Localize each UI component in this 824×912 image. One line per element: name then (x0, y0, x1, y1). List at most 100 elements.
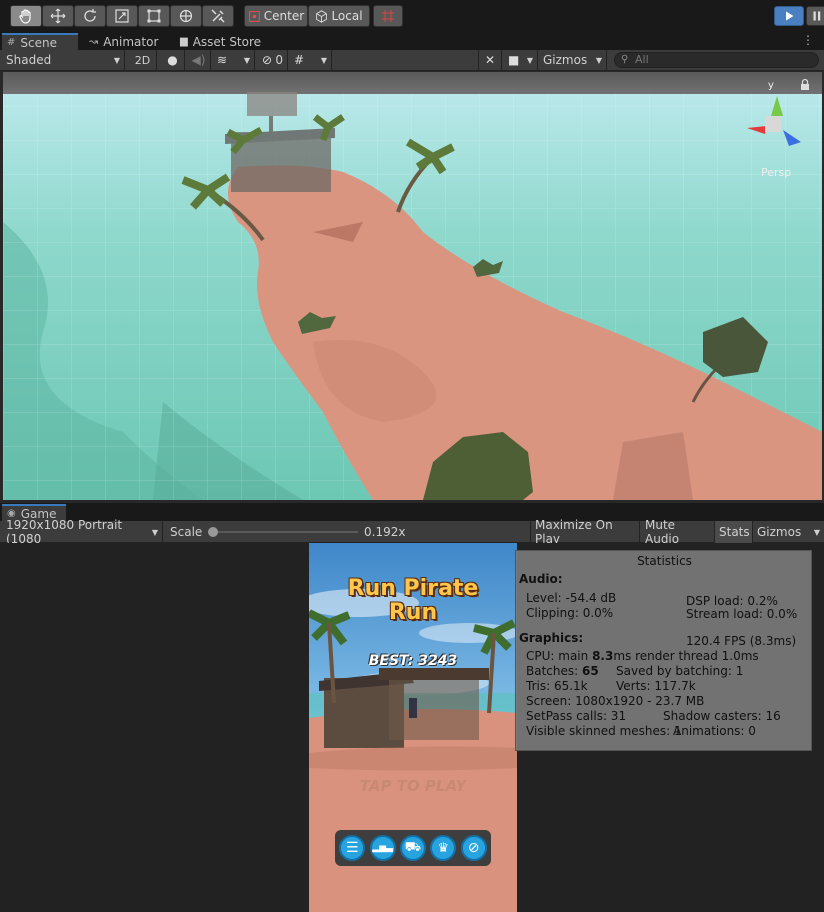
graphics-heading: Graphics: (519, 631, 584, 645)
game-gizmos-dropdown[interactable]: Gizmos ▼ (753, 521, 824, 543)
hidden-objects-toggle[interactable]: ⊘ 0 (258, 50, 288, 70)
game-title-line1: Run Pirate (347, 576, 479, 601)
animator-icon: ↝ (89, 35, 99, 48)
cart-icon: ⛟ (404, 839, 422, 855)
pause-button[interactable] (806, 6, 824, 26)
hand-icon (19, 9, 31, 24)
pivot-local-toggle[interactable]: Local (308, 5, 370, 27)
hidden-count: 0 (275, 53, 283, 67)
grid-dropdown[interactable]: # ▼ (290, 50, 332, 70)
tools-icon (211, 9, 225, 23)
rect-tool-button[interactable] (138, 5, 170, 27)
stats-title: Statistics (637, 554, 692, 568)
snap-toggle[interactable] (373, 5, 403, 27)
move-icon (50, 8, 66, 24)
local-label: Local (331, 9, 363, 23)
game-title-line2: Run (388, 600, 438, 625)
pivot-icon (248, 10, 260, 22)
dsp-load: DSP load: 0.2% (686, 594, 778, 608)
custom-tool-button[interactable] (202, 5, 234, 27)
gizmo-y-label: y (768, 80, 774, 91)
cpu-suffix: ms render thread 1.0ms (613, 649, 759, 663)
shading-mode-dropdown[interactable]: Shaded ▼ (0, 50, 125, 70)
hand-tool-button[interactable] (10, 5, 42, 27)
center-label: Center (263, 9, 305, 23)
game-view[interactable]: Run Pirate Run BEST: 3243 TAP TO PLAY ☰ … (309, 543, 517, 912)
shop-button[interactable]: ⛟ (399, 835, 426, 861)
scale-tool-button[interactable] (106, 5, 138, 27)
audio-level: Level: -54.4 dB (526, 591, 617, 605)
search-icon: ⚲ (621, 54, 629, 65)
chevron-down-icon: ▼ (813, 527, 820, 537)
tap-to-play-label[interactable]: TAP TO PLAY (309, 777, 517, 795)
tab-scene[interactable]: # Scene (2, 33, 78, 50)
saved-by-batching: Saved by batching: 1 (616, 664, 744, 678)
no-ads-button[interactable]: ⊘ (460, 835, 487, 861)
camera-dropdown[interactable]: ■ ▼ (504, 50, 538, 70)
play-button[interactable] (774, 6, 804, 26)
scale-value: 0.192x (364, 525, 406, 539)
scene-tab-bar: # Scene ↝ Animator ▆ Asset Store ⋮ (0, 33, 824, 50)
speaker-icon: ◀) (191, 53, 206, 67)
batches-value: 65 (582, 664, 599, 678)
chevron-down-icon: ▼ (113, 55, 120, 65)
scale-icon (115, 9, 129, 23)
effects-dropdown[interactable]: ≋ ▼ (213, 50, 255, 70)
mode-2d-toggle[interactable]: 2D (129, 50, 157, 70)
scene-viewport: y Persp (3, 72, 822, 500)
batches-prefix: Batches: (526, 664, 582, 678)
leaderboard-button[interactable]: ▂▅▃ (369, 835, 396, 861)
resolution-dropdown[interactable]: 1920x1080 Portrait (1080 ▼ (0, 518, 163, 546)
mode-2d-label: 2D (134, 53, 151, 67)
cube-icon (316, 9, 328, 23)
lighting-toggle[interactable]: ● (161, 50, 185, 70)
grid-icon: # (7, 37, 16, 48)
store-icon: ▆ (180, 36, 188, 47)
transform-tool-button[interactable] (170, 5, 202, 27)
fps-value: 120.4 FPS (8.3ms) (686, 634, 797, 648)
gizmos-label: Gizmos (543, 53, 588, 67)
gizmos-dropdown[interactable]: Gizmos ▼ (539, 50, 607, 70)
pause-icon (813, 11, 821, 21)
scale-slider[interactable] (208, 527, 358, 537)
mute-audio-button[interactable]: Mute Audio (641, 518, 715, 546)
cpu-stat: CPU: main 8.3ms render thread 1.0ms (526, 649, 759, 663)
animations-stat: Animations: 0 (673, 724, 756, 738)
setpass-stat: SetPass calls: 31 (526, 709, 627, 723)
tab-animator-label: Animator (103, 34, 159, 49)
menu-icon: ☰ (346, 840, 359, 856)
camera-icon: ■ (508, 53, 520, 67)
game-menu-bar: ☰ ▂▅▃ ⛟ ♛ ⊘ (335, 830, 491, 866)
scene-view[interactable]: y Persp (3, 72, 822, 500)
audio-clipping: Clipping: 0.0% (526, 606, 614, 620)
search-placeholder: All (635, 53, 649, 66)
tab-asset-store[interactable]: ▆ Asset Store (175, 33, 275, 50)
scene-tools-button[interactable]: ✕ (478, 50, 502, 70)
batches-stat: Batches: 65 (526, 664, 599, 678)
shading-mode-value: Shaded (6, 53, 52, 67)
tab-menu-icon[interactable]: ⋮ (802, 33, 814, 47)
stats-button[interactable]: Stats (715, 521, 753, 543)
play-icon (786, 11, 794, 21)
menu-button[interactable]: ☰ (339, 835, 366, 861)
snap-grid-icon (382, 10, 394, 22)
audio-toggle[interactable]: ◀) (187, 50, 211, 70)
scene-search-input[interactable]: ⚲ All (614, 52, 819, 68)
scene-toolbar: Shaded ▼ 2D ● ◀) ≋ ▼ ⊘ 0 # ▼ ✕ ■ ▼ Gizmo… (0, 50, 824, 71)
resolution-value: 1920x1080 Portrait (1080 (6, 518, 123, 546)
maximize-on-play-button[interactable]: Maximize On Play (530, 518, 640, 546)
pivot-center-toggle[interactable]: Center (244, 5, 308, 27)
achievements-button[interactable]: ♛ (430, 835, 457, 861)
audio-heading: Audio: (519, 572, 563, 586)
tab-animator[interactable]: ↝ Animator (84, 33, 170, 50)
scale-slider-handle[interactable] (208, 527, 218, 537)
scale-label: Scale (170, 525, 203, 539)
rotate-icon (84, 9, 96, 22)
move-tool-button[interactable] (42, 5, 74, 27)
tab-scene-label: Scene (20, 35, 57, 50)
tab-asset-store-label: Asset Store (192, 34, 262, 49)
stream-load: Stream load: 0.0% (686, 607, 798, 621)
rotate-tool-button[interactable] (74, 5, 106, 27)
game-toolbar: 1920x1080 Portrait (1080 ▼ Scale 0.192x … (0, 518, 824, 546)
shadow-casters-stat: Shadow casters: 16 (663, 709, 781, 723)
